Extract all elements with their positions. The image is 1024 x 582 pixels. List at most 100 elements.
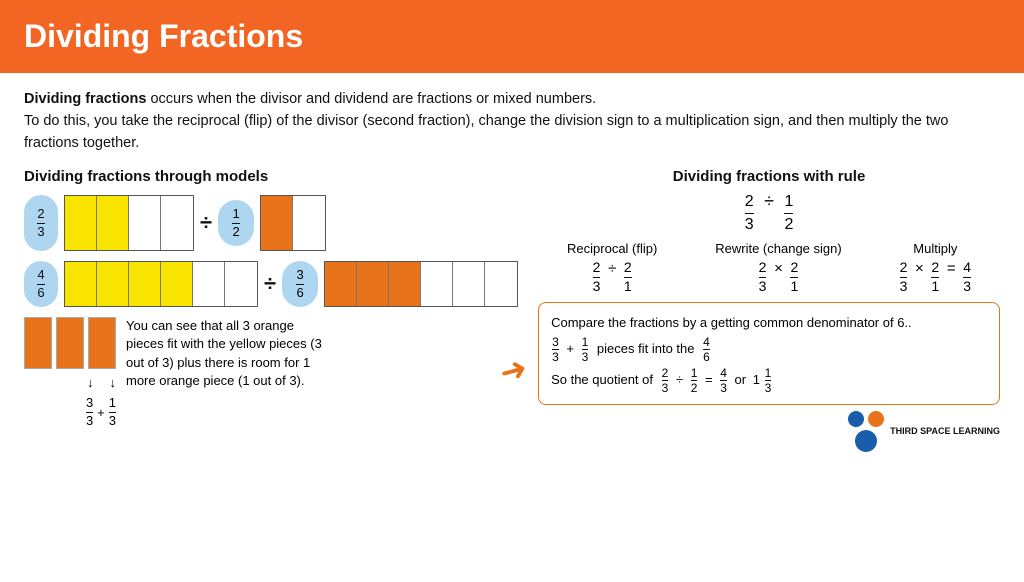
block [325, 262, 357, 306]
logo-area: THIRD SPACE LEARNING [538, 411, 1000, 452]
orange-pieces: ↓ ↓ 3 3 + 1 3 [24, 317, 116, 428]
box-mixed-whole: 1 [753, 372, 760, 387]
block [193, 262, 225, 306]
col-reciprocal: Reciprocal (flip) 2 3 ÷ 2 1 [567, 241, 657, 294]
col-rewrite: Rewrite (change sign) 2 3 × 2 1 [715, 241, 841, 294]
intro-rest: occurs when the divisor and dividend are… [146, 91, 596, 107]
model1-frac: 2 3 [37, 207, 44, 239]
block [485, 262, 517, 306]
col2-frac1: 2 3 [759, 260, 767, 294]
block [161, 196, 193, 250]
block [293, 196, 325, 250]
box-line3: So the quotient of 2 3 ÷ 1 2 = [551, 367, 987, 394]
bottom-left-section: ↓ ↓ 3 3 + 1 3 You [24, 317, 518, 428]
col3-result: 4 3 [963, 260, 971, 294]
logo-text: THIRD SPACE LEARNING [890, 426, 1000, 438]
col2-expr: 2 3 × 2 1 [715, 260, 841, 294]
model1-label: 2 3 [24, 195, 58, 251]
col1-frac1: 2 3 [593, 260, 601, 294]
main-frac1: 2 3 [745, 193, 754, 233]
block [453, 262, 485, 306]
model-row-1: 2 3 ÷ 1 2 [24, 195, 518, 251]
col3-frac2: 2 1 [931, 260, 939, 294]
block [261, 196, 293, 250]
bottom-frac1: 3 3 [86, 396, 93, 428]
header: Dividing Fractions [0, 0, 1024, 73]
model2-label: 4 6 [24, 261, 58, 307]
model1-divisor-frac: 1 2 [232, 207, 239, 239]
model2-frac: 4 6 [37, 268, 44, 300]
col1-frac2: 2 1 [624, 260, 632, 294]
div-symbol-2: ÷ [264, 271, 276, 297]
right-column: Dividing fractions with rule 2 3 ÷ 1 2 R… [538, 168, 1000, 452]
logo-circle-orange [868, 411, 884, 427]
block [129, 196, 161, 250]
box-eq: 4 3 [720, 367, 727, 394]
box-line1: Compare the fractions by a getting commo… [551, 313, 987, 333]
col3-label: Multiply [900, 241, 971, 256]
col1-expr: 2 3 ÷ 2 1 [567, 260, 657, 294]
model2-blocks [64, 261, 258, 307]
orange-block [24, 317, 52, 369]
intro-line2: To do this, you take the reciprocal (fli… [24, 113, 948, 151]
two-columns: Dividing fractions through models 2 3 ÷ [24, 168, 1000, 452]
box-mixed-frac: 1 3 [765, 367, 772, 394]
box-frac2: 1 3 [582, 336, 589, 363]
col-multiply: Multiply 2 3 × 2 1 = 4 [900, 241, 971, 294]
block [65, 262, 97, 306]
col3-expr: 2 3 × 2 1 = 4 3 [900, 260, 971, 294]
block [161, 262, 193, 306]
left-section-title: Dividing fractions through models [24, 168, 518, 185]
orange-block [56, 317, 84, 369]
model-row-2: 4 6 ÷ 3 6 [24, 261, 518, 307]
plus-sign: + [97, 405, 105, 420]
box-line2: 3 3 + 1 3 pieces fit into the 4 6 [551, 336, 987, 363]
intro-text: Dividing fractions occurs when the divis… [24, 89, 1000, 154]
block [225, 262, 257, 306]
content-area: Dividing fractions occurs when the divis… [0, 73, 1024, 462]
intro-bold: Dividing fractions [24, 91, 146, 107]
model2-divisor-frac: 3 6 [296, 268, 303, 300]
model1-divisor-blocks [260, 195, 326, 251]
logo: THIRD SPACE LEARNING [848, 411, 1000, 452]
col3-frac1: 2 3 [900, 260, 908, 294]
main-expression: 2 3 ÷ 1 2 [538, 191, 1000, 233]
logo-circle-big [855, 430, 877, 452]
info-box-wrapper: ➜ Compare the fractions by a getting com… [538, 302, 1000, 406]
col2-frac2: 2 1 [790, 260, 798, 294]
col2-label: Rewrite (change sign) [715, 241, 841, 256]
logo-circle-blue [848, 411, 864, 427]
box-plus: + [566, 341, 574, 356]
bottom-frac2: 1 3 [109, 396, 116, 428]
block [97, 262, 129, 306]
block [357, 262, 389, 306]
block [97, 196, 129, 250]
block [389, 262, 421, 306]
box-line3-pre: So the quotient of [551, 372, 653, 387]
block [421, 262, 453, 306]
orange-blocks-row [24, 317, 116, 369]
div-symbol-1: ÷ [200, 210, 212, 236]
box-frac3: 4 6 [703, 336, 710, 363]
box-q2: 1 2 [691, 367, 698, 394]
box-q1: 2 3 [662, 367, 669, 394]
info-box: Compare the fractions by a getting commo… [538, 302, 1000, 406]
right-section-title: Dividing fractions with rule [538, 168, 1000, 185]
box-middle-text: pieces fit into the [597, 341, 695, 356]
model1-blocks [64, 195, 194, 251]
left-column: Dividing fractions through models 2 3 ÷ [24, 168, 518, 452]
model1-divisor-label: 1 2 [218, 200, 254, 246]
logo-icon [848, 411, 884, 452]
main-frac2: 1 2 [784, 193, 793, 233]
bottom-fraction-row: 3 3 + 1 3 [86, 396, 116, 428]
three-col-section: Reciprocal (flip) 2 3 ÷ 2 1 [538, 241, 1000, 294]
col1-label: Reciprocal (flip) [567, 241, 657, 256]
model2-divisor-label: 3 6 [282, 261, 318, 307]
block [129, 262, 161, 306]
block [65, 196, 97, 250]
bottom-note: You can see that all 3 orange pieces fit… [126, 317, 326, 390]
orange-block [88, 317, 116, 369]
page-title: Dividing Fractions [24, 18, 1000, 55]
model2-divisor-blocks [324, 261, 518, 307]
box-frac1: 3 3 [552, 336, 559, 363]
